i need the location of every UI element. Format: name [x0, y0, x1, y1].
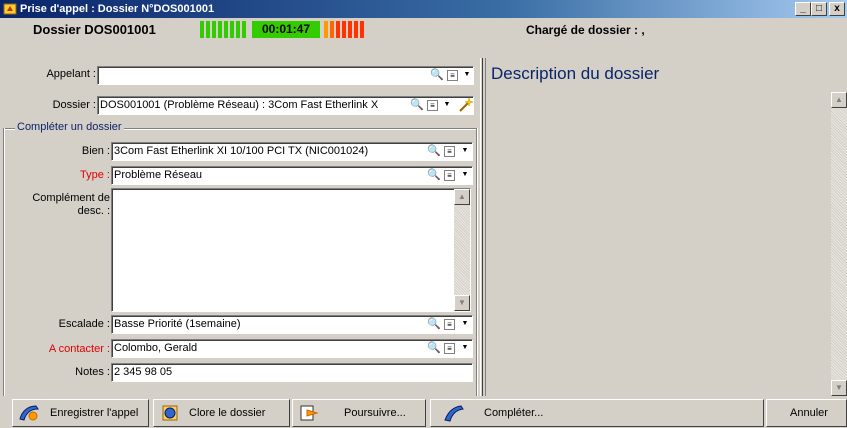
escalade-detail-icon[interactable]: ≡ — [444, 319, 455, 330]
complement-scrollbar[interactable]: ▲ ▼ — [454, 189, 470, 311]
description-title: Description du dossier — [491, 64, 660, 83]
contacter-dropdown-icon[interactable]: ▼ — [460, 341, 470, 356]
save-call-icon — [19, 405, 39, 421]
escalade-dropdown-icon[interactable]: ▼ — [460, 317, 470, 332]
appelant-field[interactable] — [97, 66, 474, 85]
poursuivre-button[interactable]: Poursuivre... — [292, 399, 426, 427]
complete-icon — [444, 405, 464, 422]
continue-icon — [300, 405, 319, 421]
dossier-heading: Dossier DOS001001 — [33, 22, 156, 37]
type-field[interactable]: Problème Réseau — [111, 166, 473, 185]
type-search-icon[interactable]: 🔍 — [427, 168, 441, 183]
clore-label: Clore le dossier — [189, 407, 266, 419]
maximize-button[interactable]: □ — [811, 2, 827, 16]
escalade-label: Escalade : — [58, 318, 110, 330]
dossier-dropdown-icon[interactable]: ▼ — [442, 98, 452, 113]
panel-splitter[interactable] — [478, 58, 488, 396]
title-bar: Prise d'appel : Dossier N°DOS001001 _ □ … — [0, 0, 847, 18]
close-button[interactable]: x — [829, 2, 845, 16]
group-title: Compléter un dossier — [15, 121, 124, 133]
bien-search-icon[interactable]: 🔍 — [427, 144, 441, 159]
charge-de-dossier-label: Chargé de dossier : , — [526, 23, 645, 37]
bien-field[interactable]: 3Com Fast Etherlink XI 10/100 PCI TX (NI… — [111, 142, 473, 161]
timer-display: 00:01:47 — [252, 21, 320, 38]
poursuivre-label: Poursuivre... — [344, 407, 406, 419]
appelant-detail-icon[interactable]: ≡ — [447, 70, 458, 81]
completer-label: Compléter... — [484, 407, 544, 419]
phone-call-icon — [3, 3, 17, 15]
dossier-label: Dossier : — [52, 99, 96, 111]
complement-label-line2: desc. : — [77, 205, 110, 217]
type-dropdown-icon[interactable]: ▼ — [460, 168, 470, 183]
appelant-search-icon[interactable]: 🔍 — [430, 68, 444, 83]
call-timer: 00:01:47 — [200, 21, 366, 38]
description-scroll-down-icon[interactable]: ▼ — [831, 380, 847, 396]
type-detail-icon[interactable]: ≡ — [444, 170, 455, 181]
appelant-dropdown-icon[interactable]: ▼ — [462, 68, 472, 83]
type-label: Type : — [80, 169, 110, 181]
escalade-search-icon[interactable]: 🔍 — [427, 317, 441, 332]
contacter-detail-icon[interactable]: ≡ — [444, 343, 455, 354]
contacter-field[interactable]: Colombo, Gerald — [111, 339, 473, 358]
group-border-left — [3, 128, 5, 396]
scroll-down-icon[interactable]: ▼ — [454, 295, 470, 311]
wizard-icon[interactable] — [457, 96, 475, 114]
contacter-search-icon[interactable]: 🔍 — [427, 341, 441, 356]
annuler-button[interactable]: Annuler — [766, 399, 847, 427]
notes-field[interactable]: 2 345 98 05 — [111, 363, 473, 382]
close-file-icon — [162, 405, 178, 421]
enregistrer-label: Enregistrer l'appel — [50, 407, 139, 419]
description-scroll-up-icon[interactable]: ▲ — [831, 92, 847, 108]
description-scrollbar[interactable]: ▲ ▼ — [831, 92, 847, 396]
description-panel[interactable]: ▲ ▼ — [488, 92, 847, 396]
notes-label: Notes : — [75, 366, 110, 378]
minimize-button[interactable]: _ — [795, 2, 811, 16]
window-title: Prise d'appel : Dossier N°DOS001001 — [20, 3, 215, 15]
scroll-up-icon[interactable]: ▲ — [454, 189, 470, 205]
complement-textarea[interactable]: ▲ ▼ — [111, 188, 471, 312]
bien-detail-icon[interactable]: ≡ — [444, 146, 455, 157]
annuler-label: Annuler — [790, 407, 828, 419]
enregistrer-button[interactable]: Enregistrer l'appel — [12, 399, 149, 427]
complement-label-line1: Complément de — [32, 192, 110, 204]
escalade-field[interactable]: Basse Priorité (1semaine) — [111, 315, 473, 334]
bien-label: Bien : — [81, 145, 110, 157]
dossier-detail-icon[interactable]: ≡ — [427, 100, 438, 111]
appelant-label: Appelant : — [46, 68, 96, 80]
clore-button[interactable]: Clore le dossier — [153, 399, 290, 427]
dossier-search-icon[interactable]: 🔍 — [410, 98, 424, 113]
completer-button[interactable]: Compléter... — [430, 399, 764, 427]
contacter-label: A contacter : — [48, 343, 110, 355]
bien-dropdown-icon[interactable]: ▼ — [460, 144, 470, 159]
